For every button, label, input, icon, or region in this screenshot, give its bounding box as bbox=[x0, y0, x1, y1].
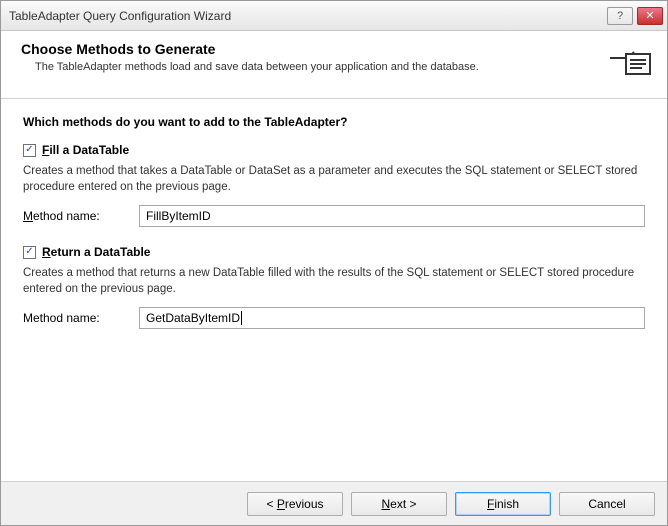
prompt-text: Which methods do you want to add to the … bbox=[23, 115, 645, 129]
window-title: TableAdapter Query Configuration Wizard bbox=[9, 9, 607, 23]
return-method-row: Method name: GetDataByItemID bbox=[23, 307, 645, 329]
help-button[interactable]: ? bbox=[607, 7, 633, 25]
wizard-header: Choose Methods to Generate The TableAdap… bbox=[1, 31, 667, 99]
wizard-content: Which methods do you want to add to the … bbox=[1, 99, 667, 481]
wizard-footer: < Previous Next > Finish Cancel bbox=[1, 481, 667, 525]
return-checkbox[interactable]: ✓ bbox=[23, 246, 36, 259]
return-method-label: Method name: bbox=[23, 311, 139, 325]
return-checkbox-row: ✓ Return a DataTable bbox=[23, 245, 645, 259]
titlebar: TableAdapter Query Configuration Wizard … bbox=[1, 1, 667, 31]
close-button[interactable]: ✕ bbox=[637, 7, 663, 25]
fill-checkbox-row: ✓ Fill a DataTable bbox=[23, 143, 645, 157]
return-description: Creates a method that returns a new Data… bbox=[23, 265, 645, 297]
finish-button[interactable]: Finish bbox=[455, 492, 551, 516]
return-checkbox-label[interactable]: Return a DataTable bbox=[42, 245, 150, 259]
fill-checkbox-label[interactable]: Fill a DataTable bbox=[42, 143, 129, 157]
return-method-input[interactable]: GetDataByItemID bbox=[139, 307, 645, 329]
page-subtitle: The TableAdapter methods load and save d… bbox=[21, 61, 605, 73]
fill-method-label: Method name: bbox=[23, 209, 139, 223]
page-title: Choose Methods to Generate bbox=[21, 41, 605, 57]
next-button[interactable]: Next > bbox=[351, 492, 447, 516]
fill-checkbox[interactable]: ✓ bbox=[23, 144, 36, 157]
fill-method-row: Method name: bbox=[23, 205, 645, 227]
titlebar-buttons: ? ✕ bbox=[607, 7, 667, 25]
cancel-button[interactable]: Cancel bbox=[559, 492, 655, 516]
fill-description: Creates a method that takes a DataTable … bbox=[23, 163, 645, 195]
previous-button[interactable]: < Previous bbox=[247, 492, 343, 516]
text-cursor bbox=[241, 311, 242, 325]
fill-method-input[interactable] bbox=[139, 205, 645, 227]
wizard-icon bbox=[605, 41, 653, 81]
